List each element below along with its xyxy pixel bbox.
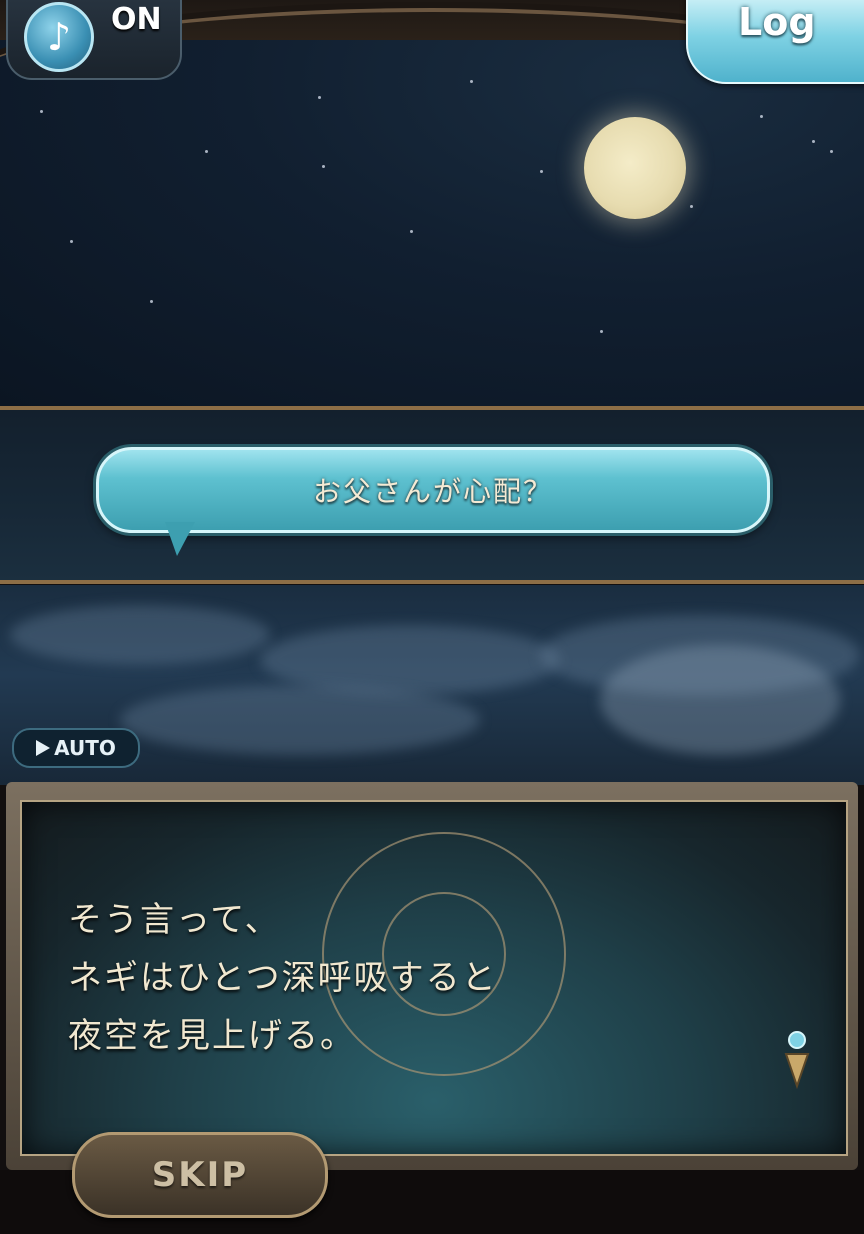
music-state-label: ON [111,2,162,37]
dialogue-line-3: 夜空を見上げる。 [68,1016,356,1056]
speech-bubble: お父さんが心配？ [96,447,770,533]
game-screen: お父さんが心配？ ♪ ON Log AUTO そう言って、 ネギはひとつ深呼吸す… [0,0,864,1234]
auto-button-label: AUTO [54,736,116,760]
auto-button[interactable]: AUTO [12,728,140,768]
panel-divider-bottom [0,580,864,584]
dialogue-line-2: ネギはひとつ深呼吸すると [68,958,498,998]
skip-button-label: SKIP [151,1155,249,1195]
log-button-label[interactable]: Log [738,0,816,44]
speech-bubble-tail [165,522,195,556]
skip-button[interactable]: SKIP [72,1132,328,1218]
dialogue-line-1: そう言って、 [68,900,281,940]
speech-bubble-text: お父さんが心配？ [312,475,553,508]
play-triangle-icon [36,740,51,756]
music-note-icon[interactable]: ♪ [24,2,94,72]
music-toggle[interactable]: ♪ ON [6,0,182,80]
next-page-indicator-icon[interactable] [782,1030,812,1090]
